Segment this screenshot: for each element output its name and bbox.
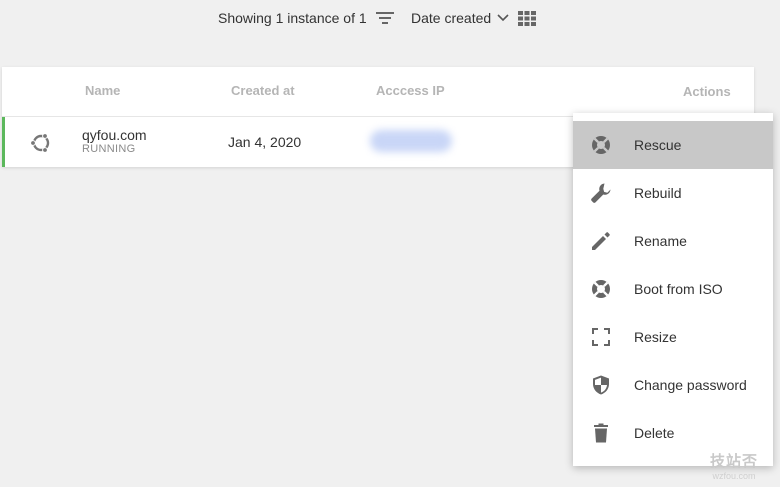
menu-item-label: Boot from ISO — [634, 281, 723, 297]
menu-item-rescue[interactable]: Rescue — [573, 121, 773, 169]
instance-status: RUNNING — [82, 143, 136, 155]
trash-icon — [594, 423, 608, 443]
lifebuoy-icon — [592, 136, 610, 154]
watermark-site: wzfou.com — [712, 471, 756, 481]
menu-item-label: Change password — [634, 377, 747, 393]
watermark-logo: 技站否 — [710, 453, 759, 470]
filter-icon[interactable] — [375, 11, 395, 25]
ubuntu-icon — [30, 133, 50, 153]
menu-item-rename[interactable]: Rename — [573, 217, 773, 265]
watermark: 技站否 wzfou.com — [710, 450, 758, 481]
chevron-down-icon — [497, 14, 509, 22]
sort-label: Date created — [411, 10, 492, 26]
menu-item-boot-iso[interactable]: Boot from ISO — [573, 265, 773, 313]
lifebuoy-icon — [592, 280, 610, 298]
column-header-created[interactable]: Created at — [231, 83, 295, 98]
instance-ip-redacted — [370, 130, 452, 152]
status-indicator — [2, 117, 5, 167]
menu-item-change-password[interactable]: Change password — [573, 361, 773, 409]
instance-count-text: Showing 1 instance of 1 — [218, 10, 367, 26]
column-header-ip[interactable]: Acccess IP — [376, 83, 445, 98]
grid-view-icon[interactable] — [518, 11, 536, 26]
column-header-name[interactable]: Name — [85, 83, 120, 98]
sort-dropdown[interactable]: Date created — [411, 10, 509, 26]
menu-item-label: Rebuild — [634, 185, 682, 201]
menu-item-label: Delete — [634, 425, 675, 441]
table-header: Name Created at Acccess IP Actions — [2, 67, 754, 117]
pencil-icon — [592, 232, 610, 250]
instance-name[interactable]: qyfou.com — [82, 127, 147, 143]
resize-icon — [592, 328, 610, 346]
menu-item-resize[interactable]: Resize — [573, 313, 773, 361]
toolbar: Showing 1 instance of 1 Date created — [0, 0, 780, 40]
instance-created-date: Jan 4, 2020 — [228, 134, 302, 150]
menu-item-label: Rename — [634, 233, 687, 249]
menu-item-rebuild[interactable]: Rebuild — [573, 169, 773, 217]
menu-item-label: Rescue — [634, 137, 682, 153]
column-header-actions: Actions — [683, 84, 731, 99]
shield-icon — [593, 375, 609, 395]
wrench-icon — [591, 183, 611, 203]
actions-menu: Rescue Rebuild Rename Boot from ISO Resi… — [573, 113, 773, 466]
menu-item-label: Resize — [634, 329, 677, 345]
